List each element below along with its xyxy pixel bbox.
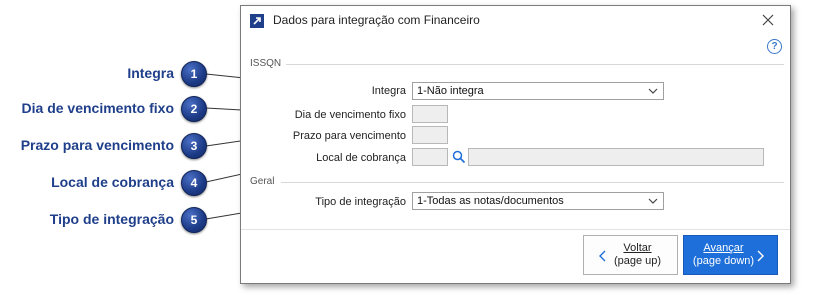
tipo-integracao-value: 1-Todas as notas/documentos — [417, 195, 564, 207]
close-icon[interactable] — [760, 12, 776, 28]
next-button[interactable]: Avançar (page down) — [683, 235, 778, 275]
dialog-titlebar: Dados para integração com Financeiro — [241, 6, 790, 36]
back-button-hint: (page up) — [613, 255, 662, 267]
prazo-vencimento-input[interactable] — [412, 126, 448, 144]
back-button-label: Voltar — [623, 242, 652, 254]
callout-label-local-cobranca: Local de cobrança — [51, 174, 174, 190]
next-button-label: Avançar — [703, 242, 744, 254]
local-cobranca-description-input[interactable] — [468, 148, 764, 166]
help-icon[interactable]: ? — [767, 39, 782, 54]
callout-label-dia-vencimento: Dia de vencimento fixo — [21, 100, 174, 116]
callout-label-tipo-integracao: Tipo de integração — [49, 211, 174, 227]
tipo-integracao-label: Tipo de integração — [315, 196, 406, 208]
local-cobranca-label: Local de cobrança — [316, 152, 406, 164]
section-divider-issqn — [286, 64, 784, 65]
dia-vencimento-label: Dia de vencimento fixo — [294, 109, 406, 121]
next-button-hint: (page down) — [692, 255, 755, 267]
external-link-icon — [250, 14, 264, 28]
callout-badge-1: 1 — [181, 61, 207, 87]
back-button[interactable]: Voltar (page up) — [583, 235, 678, 275]
chevron-down-icon — [648, 88, 658, 94]
local-cobranca-code-input[interactable] — [412, 148, 448, 166]
integra-value: 1-Não integra — [417, 85, 484, 97]
callout-label-integra: Integra — [127, 65, 174, 81]
footer-divider — [241, 229, 790, 230]
search-icon[interactable] — [452, 150, 466, 164]
section-label-geral: Geral — [250, 176, 275, 187]
callout-badge-4: 4 — [181, 170, 207, 196]
chevron-down-icon — [648, 198, 658, 204]
callout-label-prazo-vencimento: Prazo para vencimento — [20, 137, 174, 153]
callout-badge-5: 5 — [181, 207, 207, 233]
integration-dialog: Dados para integração com Financeiro ? I… — [240, 5, 791, 284]
section-label-issqn: ISSQN — [250, 58, 282, 69]
dialog-title: Dados para integração com Financeiro — [273, 13, 480, 27]
section-divider-geral — [281, 182, 784, 183]
integra-select[interactable]: 1-Não integra — [412, 82, 664, 100]
callout-badge-3: 3 — [181, 133, 207, 159]
tipo-integracao-select[interactable]: 1-Todas as notas/documentos — [412, 192, 664, 210]
chevron-right-icon — [757, 250, 764, 262]
chevron-left-icon — [599, 250, 606, 262]
prazo-vencimento-label: Prazo para vencimento — [292, 130, 406, 142]
integra-label: Integra — [371, 85, 406, 97]
dia-vencimento-input[interactable] — [412, 105, 448, 123]
callout-badge-2: 2 — [181, 96, 207, 122]
